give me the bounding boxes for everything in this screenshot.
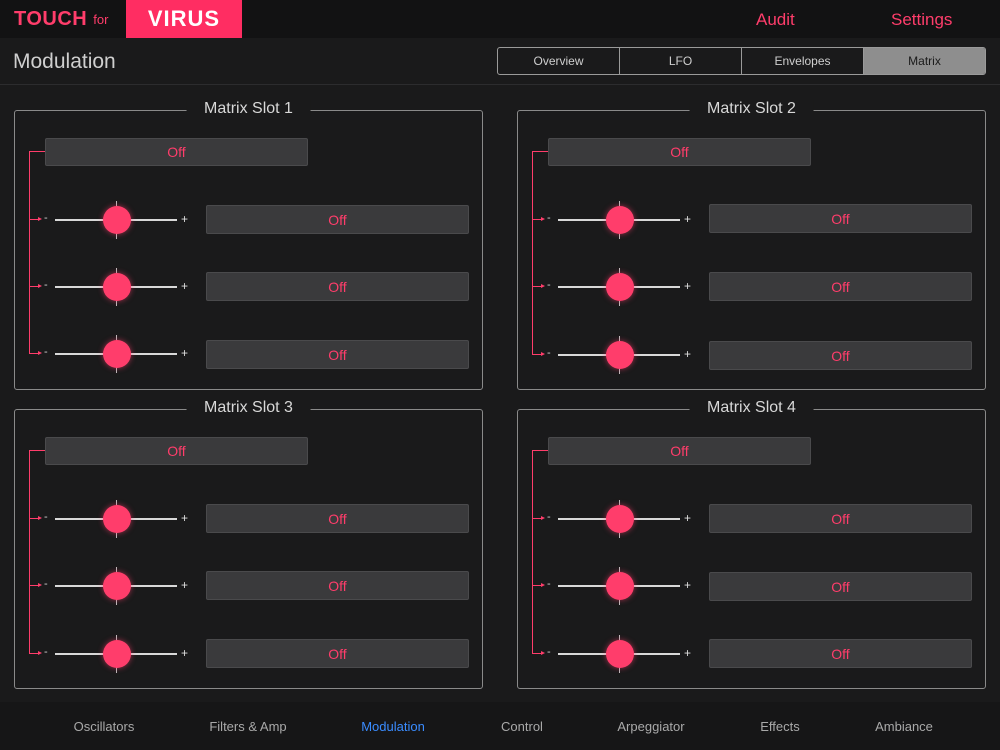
slot-title: Matrix Slot 4: [689, 399, 814, 417]
amount-slider-knob[interactable]: [606, 640, 634, 668]
source-selector[interactable]: Off: [45, 138, 308, 166]
nav-filters-amp[interactable]: Filters & Amp: [209, 719, 286, 734]
audit-link[interactable]: Audit: [756, 10, 795, 30]
bottom-nav: Oscillators Filters & Amp Modulation Con…: [0, 702, 1000, 750]
destination-selector[interactable]: Off: [206, 205, 469, 234]
plus-label: +: [181, 511, 189, 525]
tab-overview[interactable]: Overview: [498, 48, 620, 74]
destination-selector[interactable]: Off: [206, 571, 469, 600]
routing-arrow-icon: [532, 583, 545, 587]
source-selector[interactable]: Off: [548, 437, 811, 465]
matrix-slot-2: Matrix Slot 2 Off - + Off - + Off - + Of…: [517, 100, 986, 390]
amount-slider-knob[interactable]: [606, 206, 634, 234]
nav-modulation[interactable]: Modulation: [361, 719, 425, 734]
plus-label: +: [684, 279, 692, 293]
settings-link[interactable]: Settings: [891, 10, 952, 30]
destination-selector[interactable]: Off: [709, 572, 972, 601]
routing-arrow-icon: [532, 651, 545, 655]
tab-matrix[interactable]: Matrix: [864, 48, 985, 74]
matrix-slot-3: Matrix Slot 3 Off - + Off - + Off - + Of…: [14, 399, 483, 689]
nav-arpeggiator[interactable]: Arpeggiator: [617, 719, 684, 734]
routing-arrow-icon: [29, 516, 42, 520]
matrix-slot-1: Matrix Slot 1 Off - + Off - + Off - + Of…: [14, 100, 483, 390]
routing-bracket: [29, 450, 45, 653]
top-bar: TOUCH for VIRUS Audit Settings: [0, 0, 1000, 38]
routing-bracket: [29, 151, 45, 354]
minus-label: -: [44, 511, 48, 523]
amount-slider-knob[interactable]: [103, 572, 131, 600]
destination-selector[interactable]: Off: [709, 504, 972, 533]
nav-effects[interactable]: Effects: [760, 719, 800, 734]
destination-selector[interactable]: Off: [709, 341, 972, 370]
amount-slider-knob[interactable]: [606, 273, 634, 301]
tab-lfo[interactable]: LFO: [620, 48, 742, 74]
logo-touch-text: TOUCH: [14, 7, 88, 30]
slot-title: Matrix Slot 2: [689, 100, 814, 118]
slot-title: Matrix Slot 3: [186, 399, 311, 417]
destination-selector[interactable]: Off: [206, 504, 469, 533]
routing-bracket: [532, 450, 548, 653]
nav-control[interactable]: Control: [501, 719, 543, 734]
plus-label: +: [181, 279, 189, 293]
plus-label: +: [684, 511, 692, 525]
slot-title: Matrix Slot 1: [186, 100, 311, 118]
minus-label: -: [547, 511, 551, 523]
source-selector[interactable]: Off: [45, 437, 308, 465]
page-header: Modulation Overview LFO Envelopes Matrix: [0, 38, 1000, 85]
routing-arrow-icon: [532, 217, 545, 221]
amount-slider-knob[interactable]: [103, 640, 131, 668]
plus-label: +: [684, 347, 692, 361]
matrix-slot-4: Matrix Slot 4 Off - + Off - + Off - + Of…: [517, 399, 986, 689]
logo-for-text: for: [93, 11, 109, 27]
source-selector[interactable]: Off: [548, 138, 811, 166]
plus-label: +: [181, 578, 189, 592]
plus-label: +: [684, 646, 692, 660]
amount-slider-knob[interactable]: [606, 341, 634, 369]
routing-arrow-icon: [29, 284, 42, 288]
amount-slider-knob[interactable]: [606, 572, 634, 600]
destination-selector[interactable]: Off: [206, 272, 469, 301]
destination-selector[interactable]: Off: [709, 639, 972, 668]
amount-slider-knob[interactable]: [103, 340, 131, 368]
minus-label: -: [44, 646, 48, 658]
amount-slider-knob[interactable]: [606, 505, 634, 533]
minus-label: -: [547, 347, 551, 359]
modulation-tabs: Overview LFO Envelopes Matrix: [497, 47, 986, 75]
destination-selector[interactable]: Off: [206, 340, 469, 369]
app-logo: TOUCH for VIRUS: [14, 0, 242, 38]
minus-label: -: [44, 578, 48, 590]
minus-label: -: [44, 212, 48, 224]
plus-label: +: [684, 212, 692, 226]
plus-label: +: [181, 646, 189, 660]
routing-arrow-icon: [532, 284, 545, 288]
nav-oscillators[interactable]: Oscillators: [74, 719, 135, 734]
page-title: Modulation: [13, 50, 116, 73]
minus-label: -: [547, 279, 551, 291]
routing-arrow-icon: [29, 651, 42, 655]
routing-bracket: [532, 151, 548, 354]
minus-label: -: [547, 212, 551, 224]
logo-virus-text: VIRUS: [147, 6, 221, 31]
tab-envelopes[interactable]: Envelopes: [742, 48, 864, 74]
plus-label: +: [684, 578, 692, 592]
routing-arrow-icon: [29, 583, 42, 587]
routing-arrow-icon: [532, 516, 545, 520]
minus-label: -: [547, 646, 551, 658]
amount-slider-knob[interactable]: [103, 273, 131, 301]
destination-selector[interactable]: Off: [709, 204, 972, 233]
minus-label: -: [44, 279, 48, 291]
nav-ambiance[interactable]: Ambiance: [875, 719, 933, 734]
routing-arrow-icon: [29, 351, 42, 355]
plus-label: +: [181, 346, 189, 360]
amount-slider-knob[interactable]: [103, 505, 131, 533]
routing-arrow-icon: [29, 217, 42, 221]
minus-label: -: [44, 346, 48, 358]
routing-arrow-icon: [532, 352, 545, 356]
destination-selector[interactable]: Off: [709, 272, 972, 301]
plus-label: +: [181, 212, 189, 226]
amount-slider-knob[interactable]: [103, 206, 131, 234]
logo-virus-block: VIRUS: [126, 0, 242, 38]
destination-selector[interactable]: Off: [206, 639, 469, 668]
minus-label: -: [547, 578, 551, 590]
